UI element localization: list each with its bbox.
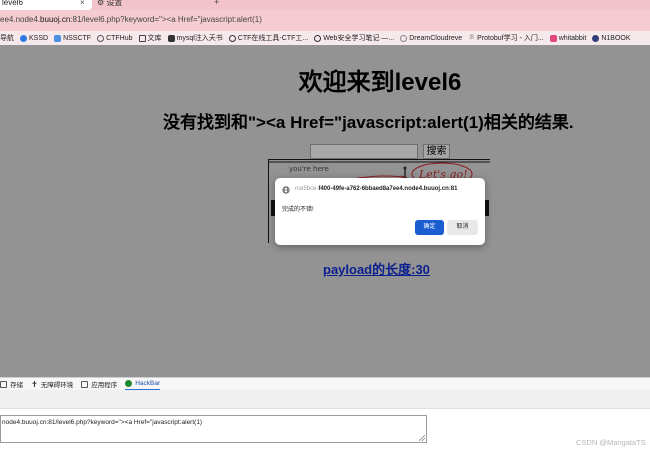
- hackbar-url-text: node4.buuoj.cn:81/level6.php?keyword="><…: [2, 419, 203, 426]
- bookmark-kssd[interactable]: KSSD: [20, 34, 49, 42]
- devtools-tab-accessibility[interactable]: ✝ 无障碍环境: [31, 378, 73, 391]
- bookmark-mysql[interactable]: mysql注入天书: [167, 33, 223, 43]
- page-title: 欢迎来到level6: [298, 69, 462, 96]
- bookmark-label: Web安全学习笔记 —...: [323, 35, 395, 42]
- devtools-tab-label: 无障碍环境: [40, 382, 74, 389]
- devtools-tabs: 存储 ✝ 无障碍环境 应用程序 HackBar: [0, 377, 650, 391]
- watermark: CSDN @MangataTS: [576, 438, 646, 447]
- bookmark-label: N1BOOK: [601, 34, 631, 42]
- globe-icon: [282, 186, 290, 194]
- cloud-icon: [400, 34, 408, 42]
- cancel-button[interactable]: 取消: [447, 220, 478, 235]
- dialog-origin-host: f400-49fe-a762-6bbaed8a7ee4.node4.buuoj.…: [318, 186, 458, 192]
- ok-button[interactable]: 确定: [415, 220, 444, 235]
- bookmark-label: mysql注入天书: [176, 35, 223, 42]
- bookmark-label: whitabbit: [558, 34, 587, 42]
- application-icon: [81, 380, 89, 388]
- devtools-tab-label: 应用程序: [91, 382, 118, 389]
- tab-level6[interactable]: level6 ×: [0, 0, 92, 10]
- bookmark-wenku[interactable]: 文库: [138, 33, 162, 43]
- devtools-tab-label: HackBar: [135, 379, 161, 387]
- gear-icon: ⚙: [97, 0, 105, 7]
- accessibility-icon: ✝: [31, 379, 38, 389]
- dialog-origin-dim: rce5bce-: [295, 186, 319, 192]
- bookmark-label: KSSD: [29, 34, 49, 42]
- bookmark-protobuf[interactable]: ℬ Protobuf学习 - 入门...: [468, 33, 544, 43]
- tab-label: 设置: [106, 0, 123, 7]
- ctf-tool-icon: [228, 34, 236, 42]
- book-icon: [167, 34, 175, 42]
- bookmark-ctf-tools[interactable]: CTF在线工具-CTF工...: [228, 33, 309, 43]
- hackbar-icon: [125, 379, 133, 387]
- url-prefix: ee4.node4.: [0, 15, 41, 24]
- image-caption: you're here: [289, 165, 329, 173]
- bookmark-label: 导航: [0, 35, 14, 42]
- hackbar-toolbar: [0, 390, 650, 409]
- bookmark-web-notes[interactable]: Web安全学习笔记 —...: [314, 33, 394, 43]
- resize-handle-icon[interactable]: [419, 435, 425, 441]
- bookmark-nssctf[interactable]: NSSCTF: [54, 34, 92, 42]
- tab-settings[interactable]: ⚙ 设置: [95, 0, 122, 10]
- url-suffix: :81/level6.php?keyword="><a Href="javasc…: [70, 15, 262, 24]
- devtools-tab-label: 存储: [10, 382, 23, 389]
- hackbar-url-field[interactable]: node4.buuoj.cn:81/level6.php?keyword="><…: [0, 415, 427, 443]
- whitabbit-icon: [549, 34, 557, 42]
- globe-icon: [314, 34, 322, 42]
- bookmark-label: NSSCTF: [63, 34, 92, 42]
- bookmark-label: CTF在线工具-CTF工...: [237, 35, 309, 42]
- bookmark-label: 文库: [147, 35, 162, 42]
- bookmark-ctfhub[interactable]: CTFHub: [97, 34, 133, 42]
- tab-strip: level6 × ⚙ 设置 +: [0, 0, 650, 10]
- kssd-icon: [20, 34, 27, 42]
- dialog-origin: rce5bce-f400-49fe-a762-6bbaed8a7ee4.node…: [295, 186, 457, 192]
- bookmark-daohang[interactable]: 导航: [0, 33, 14, 43]
- url-text[interactable]: ee4.node4.buuoj.cn:81/level6.php?keyword…: [0, 15, 262, 24]
- url-host: buuoj.cn: [40, 15, 71, 24]
- devtools-tab-application[interactable]: 应用程序: [81, 378, 117, 391]
- new-tab-button[interactable]: +: [214, 0, 219, 7]
- folder-icon: [138, 34, 146, 42]
- payload-length-link[interactable]: payload的长度:30: [323, 259, 430, 278]
- devtools-tab-hackbar[interactable]: HackBar: [125, 378, 161, 391]
- search-input[interactable]: [310, 144, 418, 159]
- bookmark-label: Protobuf学习 - 入门...: [477, 35, 544, 42]
- ctfhub-icon: [97, 34, 105, 42]
- bookmark-n1book[interactable]: N1BOOK: [592, 34, 631, 42]
- hackbar-panel: node4.buuoj.cn:81/level6.php?keyword="><…: [0, 390, 650, 453]
- devtools-tab-storage[interactable]: 存储: [0, 378, 23, 391]
- nssctf-icon: [54, 34, 62, 42]
- dialog-message: 完成的不错!: [282, 207, 314, 213]
- alert-dialog: rce5bce-f400-49fe-a762-6bbaed8a7ee4.node…: [275, 178, 485, 245]
- bookmark-dreamcloudreve[interactable]: DreamCloudreve: [400, 34, 463, 42]
- tab-label: level6: [2, 0, 23, 7]
- address-bar[interactable]: ee4.node4.buuoj.cn:81/level6.php?keyword…: [0, 10, 650, 31]
- protobuf-icon: ℬ: [469, 34, 475, 41]
- search-button[interactable]: 搜索: [423, 144, 450, 159]
- bookmark-label: DreamCloudreve: [409, 34, 463, 42]
- bookmark-label: CTFHub: [106, 34, 133, 42]
- n1book-icon: [592, 34, 600, 42]
- close-tab-icon[interactable]: ×: [80, 0, 85, 7]
- bookmark-whitabbit[interactable]: whitabbit: [549, 34, 587, 42]
- search-result-text: 没有找到和"><a Href="javascript:alert(1)相关的结果…: [163, 113, 574, 132]
- bookmarks-bar: 导航 KSSD NSSCTF CTFHub 文库 mysql注入天书 CTF在线…: [0, 31, 650, 45]
- storage-icon: [0, 380, 7, 388]
